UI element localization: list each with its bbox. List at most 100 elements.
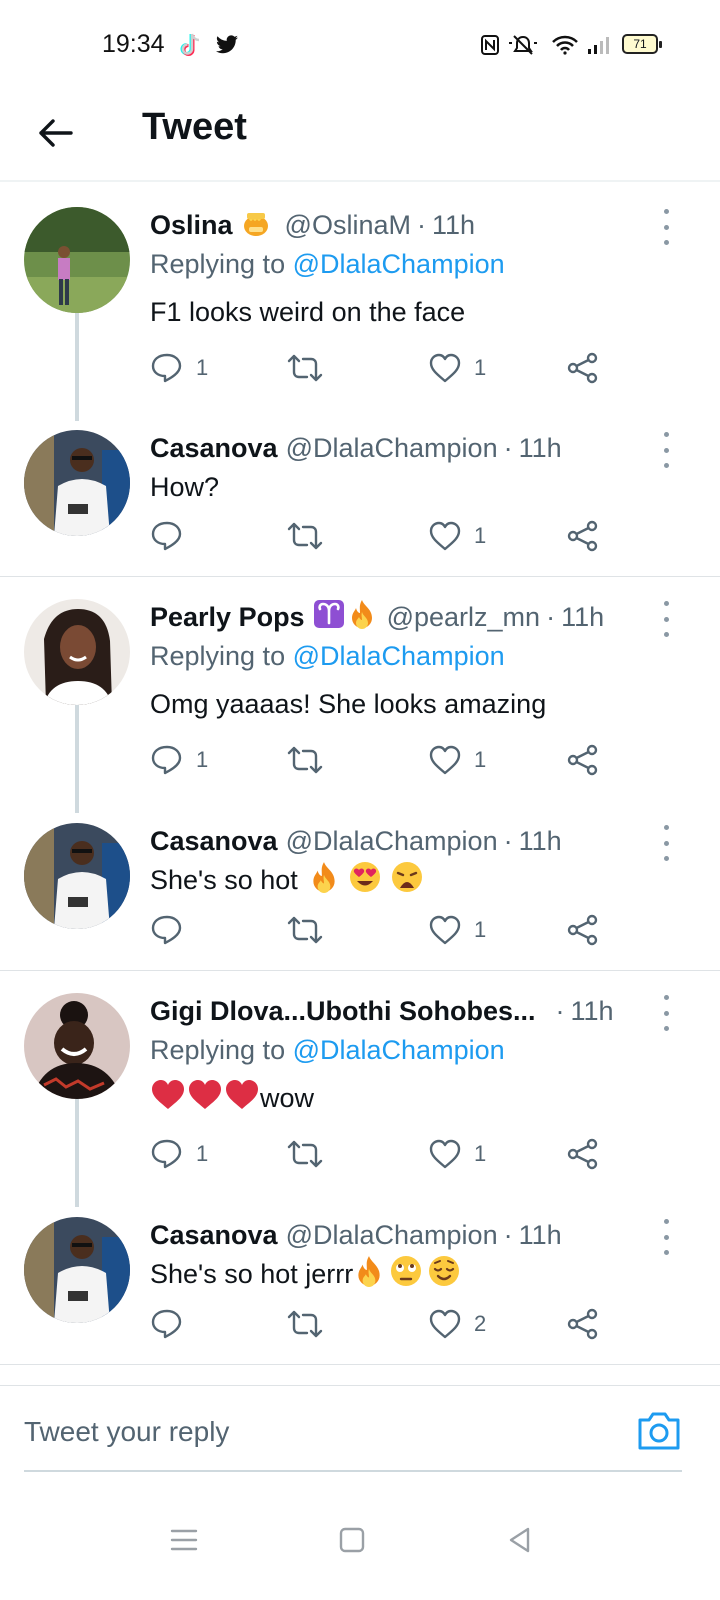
display-name[interactable]: Casanova <box>150 433 278 464</box>
more-options-button[interactable] <box>656 209 676 245</box>
fire-emoji-icon <box>308 860 340 901</box>
home-button[interactable] <box>322 1510 382 1570</box>
camera-icon <box>638 1412 680 1450</box>
thread-connector <box>75 1099 79 1207</box>
share-icon <box>567 1138 598 1170</box>
reply-button[interactable] <box>150 1304 184 1344</box>
replying-to: Replying to @DlalaChampion <box>150 1035 690 1071</box>
heart-icon <box>429 521 461 551</box>
avatar[interactable] <box>24 1217 130 1323</box>
heart-icon <box>429 915 461 945</box>
tweet[interactable]: Pearly Pops @pearlz_mn · 11h Replying to… <box>0 577 720 813</box>
tweet-header: Oslina @OslinaM · 11h <box>150 207 690 243</box>
reply-icon <box>151 745 182 775</box>
reply-icon <box>151 1309 182 1339</box>
retweet-button[interactable] <box>286 740 324 780</box>
tweet-text-row: She's so hot <box>150 861 690 899</box>
tweet-content: Casanova @DlalaChampion · 11h She's so h… <box>150 1217 690 1293</box>
replying-to: Replying to @DlalaChampion <box>150 249 690 285</box>
tweet[interactable]: Gigi Dlova...Ubothi Sohobes... · 11h Rep… <box>0 971 720 1207</box>
display-name[interactable]: Casanova <box>150 826 278 857</box>
separator-dot: · <box>555 995 565 1026</box>
red-heart-emoji-icon <box>224 1079 260 1118</box>
reply-button[interactable]: 1 <box>150 1134 208 1174</box>
relieved-face-emoji-icon <box>427 1254 461 1295</box>
share-button[interactable] <box>566 910 600 950</box>
share-button[interactable] <box>566 1134 600 1174</box>
more-options-button[interactable] <box>656 1219 676 1255</box>
tweet[interactable]: Casanova @DlalaChampion · 11h She's so h… <box>0 1197 720 1365</box>
retweet-button[interactable] <box>286 348 324 388</box>
recents-button[interactable] <box>154 1510 214 1570</box>
tweet-actions: 1 <box>150 910 610 950</box>
mention-link[interactable]: @DlalaChampion <box>293 1035 505 1065</box>
fire-emoji-icon <box>353 1254 385 1295</box>
like-button[interactable]: 2 <box>428 1304 486 1344</box>
tweet-content: Casanova @DlalaChampion · 11h How? <box>150 430 690 506</box>
retweet-button[interactable] <box>286 516 324 556</box>
avatar[interactable] <box>24 993 130 1099</box>
like-button[interactable]: 1 <box>428 516 486 556</box>
like-button[interactable]: 1 <box>428 348 486 388</box>
like-count: 1 <box>474 355 487 380</box>
share-button[interactable] <box>566 740 600 780</box>
display-name[interactable]: Casanova <box>150 1220 278 1251</box>
tweet-actions: 2 <box>150 1304 610 1344</box>
separator-dot: · <box>503 432 513 463</box>
red-heart-emoji-icon <box>187 1079 223 1118</box>
like-button[interactable]: 1 <box>428 1134 486 1174</box>
retweet-icon <box>287 916 323 944</box>
separator-dot: · <box>503 1219 513 1250</box>
retweet-button[interactable] <box>286 1134 324 1174</box>
display-name[interactable]: Pearly Pops <box>150 602 305 633</box>
share-icon <box>567 914 598 946</box>
reply-icon <box>151 521 182 551</box>
tweet-time: 11h <box>518 432 562 463</box>
tweet-header: Casanova @DlalaChampion · 11h <box>150 430 690 466</box>
reply-button[interactable]: 1 <box>150 348 208 388</box>
back-button[interactable] <box>30 108 80 158</box>
reply-button[interactable] <box>150 516 184 556</box>
mention-link[interactable]: @DlalaChampion <box>293 249 505 279</box>
tweet-actions: 1 1 <box>150 348 610 388</box>
system-back-button[interactable] <box>490 1510 550 1570</box>
reply-input[interactable] <box>24 1406 624 1458</box>
avatar[interactable] <box>24 207 130 313</box>
avatar[interactable] <box>24 430 130 536</box>
more-options-button[interactable] <box>656 601 676 637</box>
tweet[interactable]: Casanova @DlalaChampion · 11h How? 1 <box>0 410 720 577</box>
tweet-text-row: wow <box>150 1079 690 1117</box>
more-options-button[interactable] <box>656 825 676 861</box>
tweet-time: 11h <box>570 995 614 1026</box>
like-button[interactable]: 1 <box>428 740 486 780</box>
share-button[interactable] <box>566 516 600 556</box>
tweet[interactable]: Casanova @DlalaChampion · 11h She's so h… <box>0 803 720 971</box>
wifi-icon <box>550 30 580 60</box>
tweet[interactable]: Oslina @OslinaM · 11h Replying to @Dlala… <box>0 185 720 421</box>
camera-button[interactable] <box>636 1408 682 1452</box>
retweet-button[interactable] <box>286 1304 324 1344</box>
mention-link[interactable]: @DlalaChampion <box>293 641 505 671</box>
like-count: 1 <box>474 1141 487 1166</box>
signal-icon <box>584 30 614 60</box>
mute-bell-icon <box>506 30 540 60</box>
display-name[interactable]: Oslina <box>150 210 233 241</box>
like-button[interactable]: 1 <box>428 910 486 950</box>
display-name[interactable]: Gigi Dlova...Ubothi Sohobes... <box>150 996 536 1027</box>
share-button[interactable] <box>566 348 600 388</box>
retweet-icon <box>287 354 323 382</box>
more-options-button[interactable] <box>656 432 676 468</box>
more-options-button[interactable] <box>656 995 676 1031</box>
retweet-button[interactable] <box>286 910 324 950</box>
user-handle: @DlalaChampion <box>285 825 498 856</box>
reply-button[interactable] <box>150 910 184 950</box>
reply-button[interactable]: 1 <box>150 740 208 780</box>
avatar[interactable] <box>24 823 130 929</box>
share-button[interactable] <box>566 1304 600 1344</box>
replying-to-label: Replying to <box>150 1035 286 1065</box>
tweet-actions: 1 1 <box>150 740 610 780</box>
system-nav-bar <box>0 1490 720 1600</box>
tweet-text: She's so hot <box>150 864 298 895</box>
heart-icon <box>429 1309 461 1339</box>
avatar[interactable] <box>24 599 130 705</box>
